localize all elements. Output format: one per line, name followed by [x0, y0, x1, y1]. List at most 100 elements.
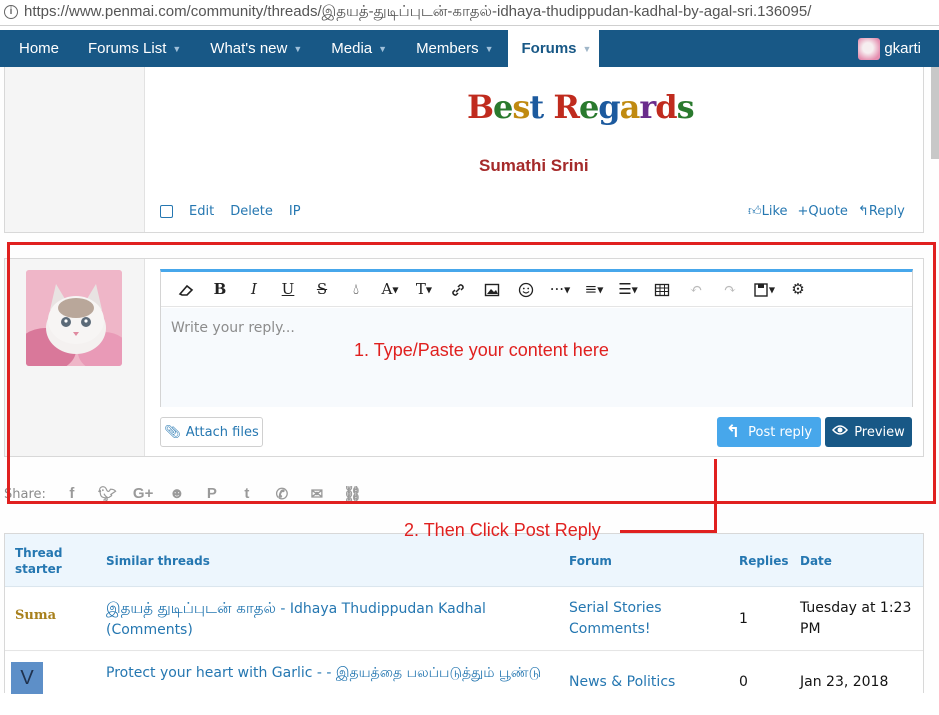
thread-title-text: Protect your heart with Garlic - - இதயத்… — [106, 665, 542, 681]
annotation-step-1: 1. Type/Paste your content here — [354, 340, 609, 360]
tumblr-icon[interactable]: t — [238, 485, 256, 503]
whatsapp-icon[interactable]: ✆ — [273, 485, 291, 503]
header-thread-starter[interactable]: Thread starter — [15, 534, 75, 587]
post-reply-button[interactable]: ↰ Post reply — [717, 417, 821, 447]
avatar[interactable] — [26, 270, 122, 366]
drafts-icon[interactable]: ▼ — [747, 280, 781, 298]
thread-title[interactable]: Protect your heart with Garlic - - இதயத்… — [106, 663, 546, 684]
nav-media[interactable]: Media ▼ — [312, 30, 397, 67]
similar-threads-header: Thread starter Similar threads Forum Rep… — [5, 534, 923, 587]
eye-icon — [832, 424, 849, 440]
thread-title[interactable]: இதயத் துடிப்புடன் காதல் - Idhaya Thudipp… — [106, 598, 526, 641]
redo-icon[interactable]: ↷ — [713, 280, 747, 298]
address-bar[interactable]: i https://www.penmai.com/community/threa… — [0, 0, 939, 26]
share-link-icon[interactable]: ⛓ — [343, 485, 362, 503]
user-menu[interactable]: gkarti — [858, 30, 939, 67]
quote-link[interactable]: +Quote — [798, 204, 848, 219]
caret-down-icon[interactable]: ▼ — [485, 44, 494, 54]
starter-avatar[interactable]: Suma — [15, 608, 56, 623]
info-icon[interactable]: i — [4, 5, 18, 19]
facebook-icon[interactable]: f — [63, 485, 81, 503]
preview-button[interactable]: Preview — [825, 417, 912, 447]
header-date[interactable]: Date — [800, 534, 832, 587]
table-row[interactable]: Protect your heart with Garlic - - இதயத்… — [5, 652, 923, 715]
underline-icon[interactable]: U — [271, 280, 305, 298]
nav-forums-list[interactable]: Forums List ▼ — [69, 30, 191, 67]
google-plus-icon[interactable]: G+ — [133, 485, 153, 503]
email-icon[interactable]: ✉ — [308, 485, 326, 503]
nav-media-label: Media — [331, 40, 373, 57]
ip-link[interactable]: IP — [289, 204, 301, 219]
caret-down-icon[interactable]: ▼ — [378, 44, 387, 54]
share-label: Share: — [4, 486, 46, 502]
share-row: Share: f 🐦︎ G+ ☻ P t ✆ ✉ ⛓ — [4, 485, 362, 503]
starter-avatar[interactable]: V — [11, 662, 43, 694]
thread-title-tamil: இதயத் துடிப்புடன் காதல் — [106, 599, 276, 617]
reddit-icon[interactable]: ☻ — [168, 485, 186, 503]
more-options-icon[interactable]: ···▼ — [543, 280, 577, 298]
twitter-icon[interactable]: 🐦︎ — [98, 485, 117, 503]
align-icon[interactable]: ≡▼ — [577, 280, 611, 298]
nav-forums[interactable]: Forums ▼ — [507, 30, 600, 67]
nav-whats-new[interactable]: What's new ▼ — [191, 30, 312, 67]
nav-forums-label: Forums — [521, 40, 577, 57]
edit-link[interactable]: Edit — [189, 204, 214, 219]
list-icon[interactable]: ☰▼ — [611, 280, 645, 298]
font-size-icon[interactable]: A▼ — [373, 280, 407, 298]
table-icon[interactable] — [645, 280, 679, 298]
annotation-step-2: 2. Then Click Post Reply — [404, 520, 601, 540]
kitten-avatar-image — [26, 270, 122, 366]
like-label: Like — [761, 204, 788, 219]
like-link[interactable]: 👍︎Like — [748, 204, 788, 219]
header-replies[interactable]: Replies — [739, 534, 788, 587]
link-icon[interactable] — [441, 280, 475, 298]
similar-threads-table: Thread starter Similar threads Forum Rep… — [4, 533, 924, 715]
nav-members[interactable]: Members ▼ — [397, 30, 503, 67]
post-reply-label: Post reply — [748, 424, 813, 440]
settings-gear-icon[interactable]: ⚙ — [781, 280, 815, 298]
caret-down-icon[interactable]: ▼ — [293, 44, 302, 54]
post-actions-left: Edit Delete IP — [160, 204, 301, 219]
nav-whats-new-label: What's new — [210, 40, 288, 57]
delete-link[interactable]: Delete — [230, 204, 273, 219]
best-regards-image: Best Regards — [467, 88, 695, 126]
reply-arrow-icon: ↰ — [725, 422, 741, 442]
thumbs-up-icon: 👍︎ — [748, 204, 762, 219]
nav-members-label: Members — [416, 40, 479, 57]
header-forum[interactable]: Forum — [569, 534, 612, 587]
reply-arrow-icon: ↰ — [857, 204, 869, 219]
caret-down-icon[interactable]: ▼ — [583, 44, 592, 54]
reply-placeholder: Write your reply... — [171, 320, 295, 336]
undo-icon[interactable]: ↶ — [679, 280, 713, 298]
post-user-column — [5, 67, 145, 232]
select-checkbox[interactable] — [160, 205, 173, 218]
editor-toolbar: B I U S 💧︎ A▼ T▼ ···▼ ≡▼ ☰▼ ↶ ↷ ▼ ⚙ — [161, 272, 912, 307]
nav-home[interactable]: Home — [0, 30, 69, 67]
text-style-icon[interactable]: T▼ — [407, 280, 441, 298]
annotation-connector-vertical — [714, 459, 717, 532]
rich-text-editor: B I U S 💧︎ A▼ T▼ ···▼ ≡▼ ☰▼ ↶ ↷ ▼ ⚙ Writ… — [160, 269, 913, 407]
table-row[interactable]: Suma இதயத் துடிப்புடன் காதல் - Idhaya Th… — [5, 588, 923, 651]
nav-forums-list-label: Forums List — [88, 40, 167, 57]
post-actions-right: 👍︎Like +Quote ↰Reply — [748, 204, 905, 219]
italic-icon[interactable]: I — [237, 280, 271, 298]
caret-down-icon[interactable]: ▼ — [172, 44, 181, 54]
preview-label: Preview — [854, 424, 905, 440]
scrollbar[interactable] — [931, 67, 939, 159]
reply-link[interactable]: ↰Reply — [858, 204, 905, 219]
attach-files-button[interactable]: 📎︎ Attach files — [160, 417, 263, 447]
thread-replies: 1 — [739, 611, 748, 627]
attach-files-label: Attach files — [185, 424, 259, 440]
url-text: https://www.penmai.com/community/threads… — [24, 3, 812, 20]
thread-date: Tuesday at 1:23 PM — [800, 600, 912, 637]
text-color-icon[interactable]: 💧︎ — [339, 280, 373, 298]
paperclip-icon: 📎︎ — [164, 424, 181, 440]
nav-home-label: Home — [19, 40, 60, 57]
thread-forum[interactable]: Serial Stories Comments! — [569, 598, 679, 640]
eraser-icon[interactable] — [169, 280, 203, 298]
image-icon[interactable] — [475, 280, 509, 298]
pinterest-icon[interactable]: P — [203, 485, 221, 503]
smilie-icon[interactable] — [509, 280, 543, 298]
strikethrough-icon[interactable]: S — [305, 280, 339, 298]
bold-icon[interactable]: B — [203, 280, 237, 298]
